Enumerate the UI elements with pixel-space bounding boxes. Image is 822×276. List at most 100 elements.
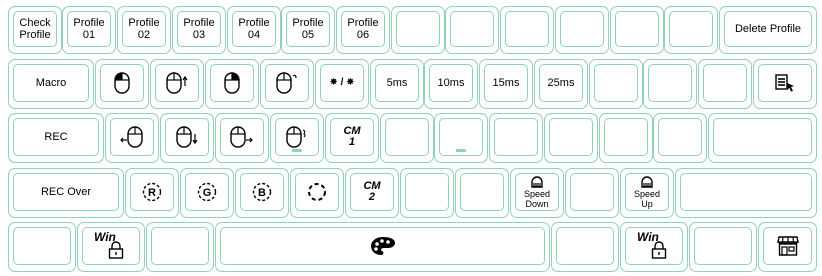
speed-up-key[interactable]: Speed Up: [620, 168, 674, 218]
profile-05-label: Profile 05: [292, 17, 324, 41]
cm1-label: CM 1: [343, 125, 361, 148]
blank-key[interactable]: [599, 113, 653, 163]
mouse-scroll-toggle-key[interactable]: [270, 113, 324, 163]
check-profile-key[interactable]: Check Profile: [8, 6, 62, 54]
delete-profile-label: Delete Profile: [734, 23, 802, 35]
delay-10ms-key[interactable]: 10ms: [424, 59, 478, 109]
blank-key[interactable]: [675, 168, 817, 218]
palette-icon: [370, 237, 395, 255]
rgb-blue-icon: B: [252, 182, 272, 202]
blink-key[interactable]: ✸ / ✸: [315, 59, 369, 109]
svg-text:B: B: [258, 187, 266, 199]
delay-15ms-key[interactable]: 15ms: [479, 59, 533, 109]
blank-key[interactable]: [400, 168, 454, 218]
menu-key[interactable]: [753, 59, 817, 109]
mouse-forward-icon: [230, 126, 253, 148]
space-key[interactable]: [215, 222, 550, 272]
delay-5ms-label: 5ms: [386, 77, 408, 89]
profile-01-key[interactable]: Profile 01: [62, 6, 116, 54]
delay-25ms-key[interactable]: 25ms: [534, 59, 588, 109]
svg-text:R: R: [148, 187, 156, 199]
rec-over-label: REC Over: [40, 186, 92, 198]
blank-key[interactable]: [391, 6, 445, 54]
speed-up-label: Speed Up: [633, 189, 661, 209]
speed-down-key[interactable]: Speed Down: [510, 168, 564, 218]
rgb-green-key[interactable]: G: [180, 168, 234, 218]
loading-ring-icon: [308, 183, 326, 201]
led-indicator: [292, 149, 302, 152]
blank-key[interactable]: [610, 6, 664, 54]
mouse-scroll-up-key[interactable]: [150, 59, 204, 109]
menu-cursor-icon: [775, 74, 794, 92]
speed-down-label: Speed Down: [523, 189, 551, 209]
blank-key[interactable]: [146, 222, 214, 272]
mouse-back-key[interactable]: [105, 113, 159, 163]
blank-key[interactable]: [643, 59, 697, 109]
rgb-red-icon: R: [142, 182, 162, 202]
profile-02-label: Profile 02: [128, 17, 160, 41]
profile-04-key[interactable]: Profile 04: [227, 6, 281, 54]
loading-ring-key[interactable]: [290, 168, 344, 218]
store-icon: [776, 236, 799, 256]
blank-key[interactable]: [689, 222, 757, 272]
profile-06-key[interactable]: Profile 06: [336, 6, 390, 54]
blank-key[interactable]: [708, 113, 817, 163]
profile-05-key[interactable]: Profile 05: [281, 6, 335, 54]
lock-icon: [108, 241, 124, 259]
mouse-right-click-icon: [224, 72, 240, 94]
blank-key[interactable]: [8, 222, 76, 272]
mouse-forward-key[interactable]: [215, 113, 269, 163]
mouse-left-click-key[interactable]: [95, 59, 149, 109]
led-indicator: [456, 149, 466, 152]
rec-key[interactable]: REC: [8, 113, 104, 163]
win-lock-right-key[interactable]: Win: [620, 222, 688, 272]
speed-gauge-icon: [531, 176, 543, 188]
profile-03-label: Profile 03: [183, 17, 215, 41]
cm2-label: CM 2: [363, 180, 381, 203]
cm2-key[interactable]: CM 2: [345, 168, 399, 218]
profile-06-label: Profile 06: [347, 17, 379, 41]
blank-key[interactable]: [500, 6, 554, 54]
blank-key[interactable]: [565, 168, 619, 218]
delay-15ms-label: 15ms: [492, 77, 520, 89]
blank-key[interactable]: [544, 113, 598, 163]
cm1-key[interactable]: CM 1: [325, 113, 379, 163]
blank-key[interactable]: [555, 6, 609, 54]
macro-key[interactable]: Macro: [8, 59, 94, 109]
mouse-right-click-key[interactable]: [205, 59, 259, 109]
delete-profile-key[interactable]: Delete Profile: [719, 6, 817, 54]
speed-gauge-icon: [641, 176, 653, 188]
delay-10ms-label: 10ms: [437, 77, 465, 89]
svg-text:G: G: [203, 187, 212, 199]
check-profile-label: Check Profile: [19, 17, 51, 41]
blank-key[interactable]: [698, 59, 752, 109]
mouse-scroll-down-icon: [176, 126, 198, 148]
mouse-scroll-down-key[interactable]: [160, 113, 214, 163]
mouse-scroll-click-icon: [276, 72, 297, 94]
blank-key[interactable]: [664, 6, 718, 54]
profile-01-label: Profile 01: [73, 17, 105, 41]
rgb-blue-key[interactable]: B: [235, 168, 289, 218]
profile-02-key[interactable]: Profile 02: [117, 6, 171, 54]
lock-icon: [651, 241, 667, 259]
mouse-scroll-key[interactable]: [260, 59, 314, 109]
mouse-back-icon: [120, 126, 143, 148]
delay-5ms-key[interactable]: 5ms: [370, 59, 424, 109]
blank-key[interactable]: [551, 222, 619, 272]
blink-label: ✸ / ✸: [329, 77, 355, 88]
blank-key[interactable]: [380, 113, 434, 163]
blank-key[interactable]: [445, 6, 499, 54]
blank-key[interactable]: [489, 113, 543, 163]
blank-key[interactable]: [455, 168, 509, 218]
rgb-red-key[interactable]: R: [125, 168, 179, 218]
blank-key[interactable]: [589, 59, 643, 109]
profile-03-key[interactable]: Profile 03: [172, 6, 226, 54]
blank-key[interactable]: [653, 113, 707, 163]
rec-over-key[interactable]: REC Over: [8, 168, 124, 218]
store-key[interactable]: [758, 222, 817, 272]
mouse-left-click-icon: [114, 72, 130, 94]
rgb-green-icon: G: [197, 182, 217, 202]
win-lock-left-key[interactable]: Win: [77, 222, 145, 272]
profile-04-label: Profile 04: [238, 17, 270, 41]
blank-key[interactable]: [434, 113, 488, 163]
